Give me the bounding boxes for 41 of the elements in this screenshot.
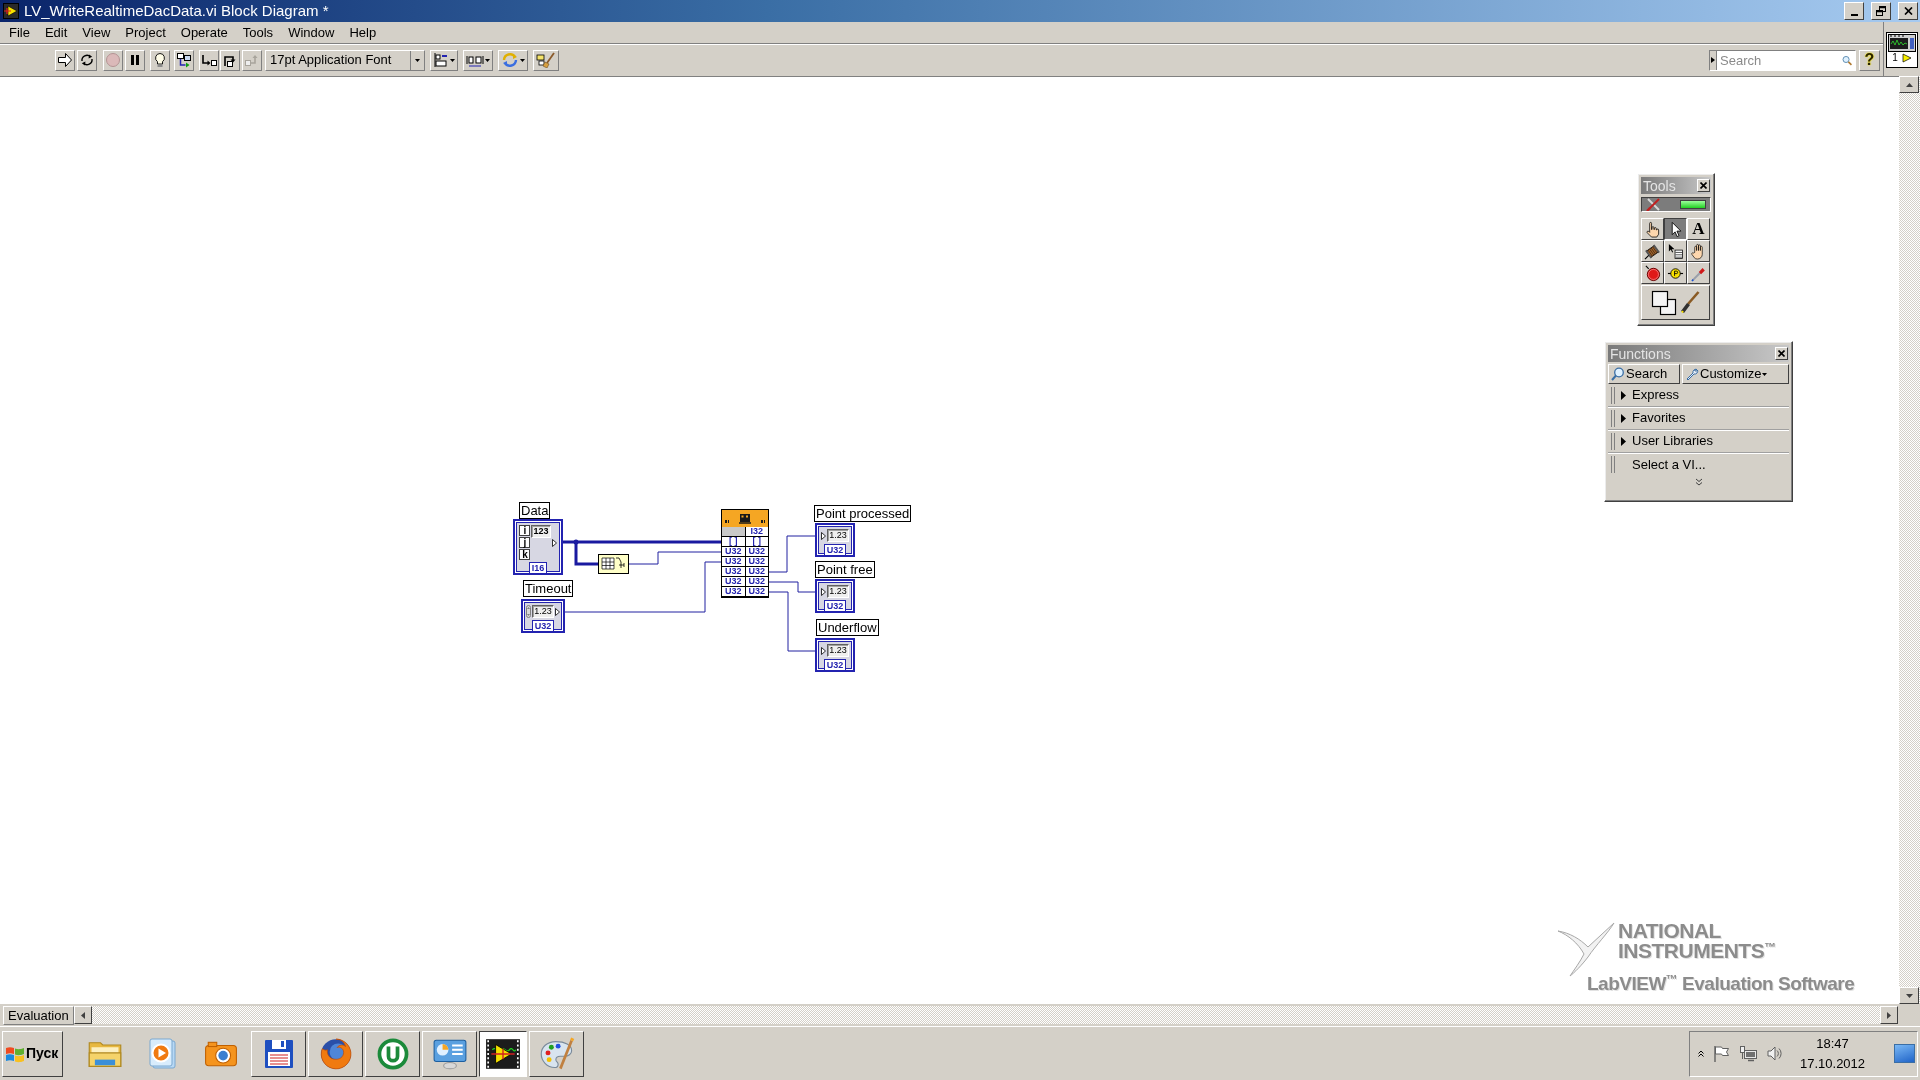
terminal-label: Data bbox=[519, 502, 551, 519]
connector-type: U32 bbox=[722, 567, 745, 577]
numeric-display: 1.23 bbox=[532, 605, 554, 618]
data-type-label: U32 bbox=[823, 544, 847, 555]
terminal-label: Underflow bbox=[816, 619, 879, 636]
connector-type: [ ] bbox=[722, 537, 745, 547]
watermark-product-line: LabVIEW$^{™}$ Evaluation Software bbox=[1587, 973, 1855, 994]
data-type-label: U32 bbox=[823, 659, 847, 670]
connector-type: U32 bbox=[744, 547, 768, 557]
palette-title: Functions bbox=[1610, 345, 1671, 362]
window-title: LV_WriteRealtimeDacData.vi Block Diagram * bbox=[24, 2, 330, 20]
watermark-brand-line: NATIONAL bbox=[1618, 921, 1722, 941]
numeric-display: 1.23 bbox=[827, 644, 849, 657]
connector-type: U32 bbox=[744, 567, 768, 577]
clock-time: 18:47 bbox=[1816, 1034, 1849, 1053]
data-type-label: I16 bbox=[528, 562, 548, 573]
palette-title: Tools bbox=[1643, 177, 1676, 194]
connector-type: U32 bbox=[722, 587, 745, 597]
numeric-display: 123 bbox=[531, 525, 551, 538]
clock-date: 17.10.2012 bbox=[1800, 1054, 1866, 1073]
index-display: k bbox=[519, 549, 531, 560]
connector-type: U32 bbox=[722, 557, 745, 567]
connector-type: U32 bbox=[722, 577, 745, 587]
connector-type: U32 bbox=[744, 557, 768, 567]
terminal-label: Point free bbox=[815, 561, 875, 578]
data-type-label: U32 bbox=[531, 620, 555, 631]
numeric-display: 1.23 bbox=[827, 585, 849, 598]
connector-type: U32 bbox=[722, 547, 745, 557]
index-display: j bbox=[519, 537, 531, 548]
status-label: Evaluation bbox=[3, 1005, 74, 1025]
index-display: i bbox=[519, 525, 531, 536]
watermark-brand-line: INSTRUMENTS$^{™}$ bbox=[1618, 941, 1776, 961]
numeric-display: 1.23 bbox=[827, 529, 849, 542]
connector-type: U32 bbox=[744, 587, 768, 597]
connector-type: U32 bbox=[744, 577, 768, 587]
terminal-label: Point processed bbox=[814, 505, 912, 522]
terminal-label: Timeout bbox=[523, 580, 574, 597]
data-type-label: U32 bbox=[823, 600, 847, 611]
icon-number: 1 bbox=[1892, 52, 1898, 63]
connector-type: I32 bbox=[745, 527, 768, 537]
connector-type: [ ] bbox=[744, 537, 768, 547]
